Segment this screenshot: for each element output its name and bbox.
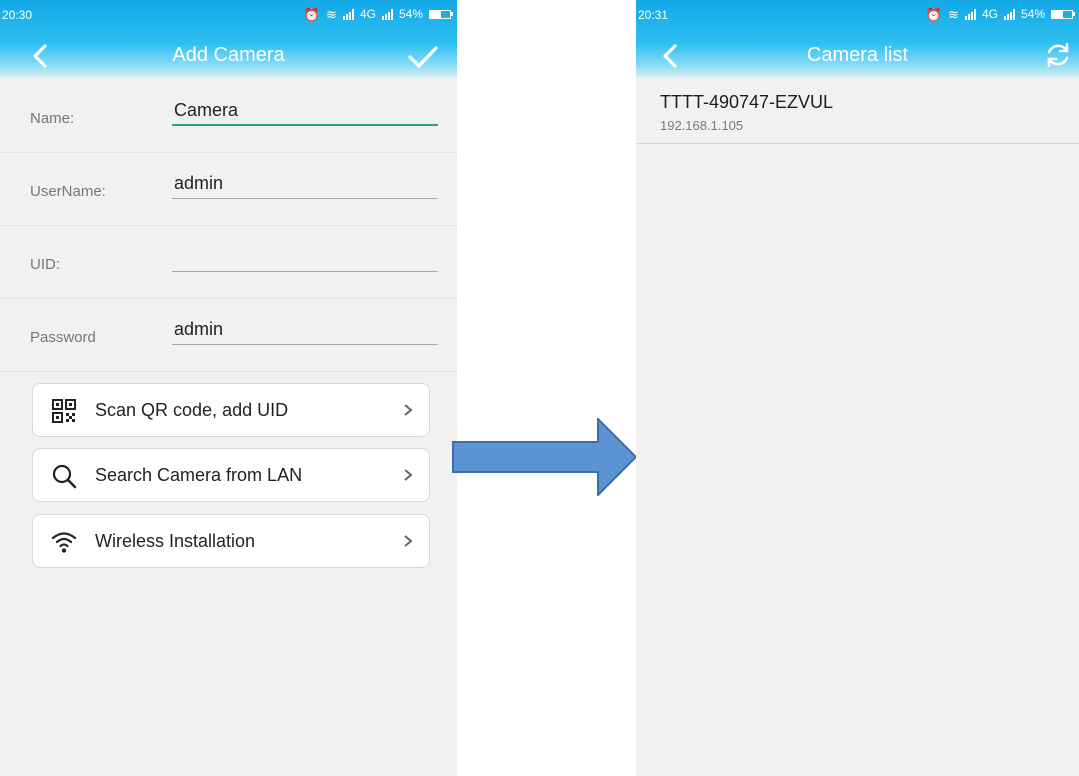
app-header: 20:30 ⏰ ≋ 4G 54% Add Camera: [0, 0, 457, 80]
page-title: Add Camera: [172, 44, 285, 66]
search-lan-label: Search Camera from LAN: [95, 465, 303, 485]
password-input[interactable]: [172, 315, 438, 345]
status-icons: ⏰ ≋ 4G 54%: [926, 7, 1075, 21]
battery-icon: [1051, 9, 1075, 19]
transition-arrow-icon: [452, 418, 638, 496]
camera-name: TTTT-490747-EZVUL: [660, 92, 834, 112]
name-label: Name:: [30, 110, 75, 127]
username-label: UserName:: [30, 183, 106, 200]
signal-icon: [1003, 8, 1015, 20]
alarm-icon: ⏰: [925, 6, 943, 22]
signal-icon: [964, 8, 976, 20]
name-input[interactable]: [172, 96, 438, 126]
wireless-installation-button[interactable]: Wireless Installation: [32, 514, 430, 568]
status-icons: ⏰ ≋ 4G 54%: [304, 7, 453, 21]
app-header: 20:31 ⏰ ≋ 4G 54% Camera list: [636, 0, 1079, 80]
username-input[interactable]: [172, 169, 438, 199]
search-lan-button[interactable]: Search Camera from LAN: [32, 448, 430, 502]
title-bar: Add Camera: [0, 34, 457, 78]
password-label: Password: [30, 329, 96, 346]
camera-list-item[interactable]: TTTT-490747-EZVUL 192.168.1.105: [636, 80, 1079, 144]
wifi-icon: [51, 532, 77, 553]
wifi-status-icon: ≋: [948, 6, 959, 22]
signal-icon: [342, 8, 354, 20]
scan-qr-label: Scan QR code, add UID: [95, 400, 289, 420]
add-camera-screen: 20:30 ⏰ ≋ 4G 54% Add Camera Name: Camera…: [0, 0, 457, 776]
qr-code-icon: [52, 399, 76, 423]
battery-percent: 54%: [1020, 7, 1045, 21]
uid-input[interactable]: [172, 242, 438, 272]
network-type: 4G: [359, 7, 376, 21]
chevron-right-icon: [404, 469, 413, 481]
wifi-status-icon: ≋: [326, 6, 337, 22]
wireless-installation-label: Wireless Installation: [95, 531, 256, 551]
status-time: 20:30: [2, 8, 33, 22]
battery-percent: 54%: [398, 7, 423, 21]
battery-fill: [430, 10, 441, 18]
network-type: 4G: [981, 7, 998, 21]
camera-ip: 192.168.1.105: [660, 118, 744, 133]
status-bar: 20:30 ⏰ ≋ 4G 54%: [0, 0, 457, 28]
username-field: UserName:: [0, 153, 457, 226]
password-field: Password: [0, 299, 457, 372]
name-field: Name:: [0, 80, 457, 153]
chevron-right-icon: [404, 404, 413, 416]
title-bar: Camera list: [636, 34, 1079, 78]
camera-list-screen: 20:31 ⏰ ≋ 4G 54% Camera list TTTT-490747…: [636, 0, 1079, 776]
uid-label: UID:: [30, 256, 60, 273]
signal-icon: [381, 8, 393, 20]
confirm-check-icon[interactable]: [407, 43, 439, 71]
scan-qr-button[interactable]: Scan QR code, add UID: [32, 383, 430, 437]
status-time: 20:31: [638, 8, 669, 22]
page-title: Camera list: [806, 44, 909, 66]
search-icon: [52, 464, 77, 489]
status-bar: 20:31 ⏰ ≋ 4G 54%: [636, 0, 1079, 28]
alarm-icon: ⏰: [303, 6, 321, 22]
chevron-right-icon: [404, 535, 413, 547]
uid-field: UID:: [0, 226, 457, 299]
refresh-icon[interactable]: [1043, 40, 1073, 70]
battery-fill: [1052, 10, 1063, 18]
battery-icon: [429, 9, 453, 19]
